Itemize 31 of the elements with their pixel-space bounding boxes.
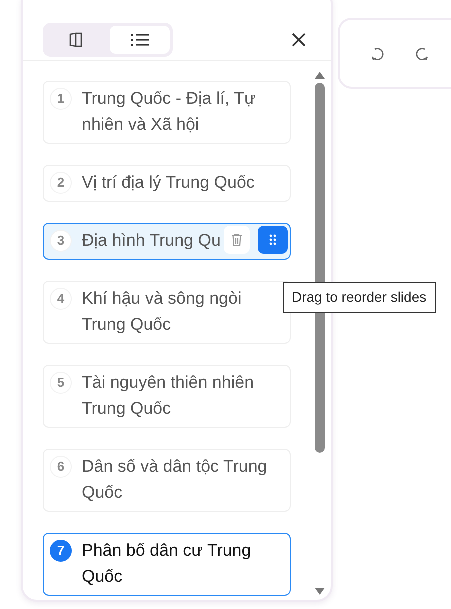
- slide-item[interactable]: 2 Vị trí địa lý Trung Quốc: [43, 165, 292, 202]
- slide-item[interactable]: 7 Phân bố dân cư Trung Quốc: [43, 533, 292, 596]
- grip-icon: [269, 234, 278, 246]
- delete-button[interactable]: [224, 226, 250, 254]
- slide-item[interactable]: 1 Trung Quốc - Địa lí, Tự nhiên và Xã hội: [43, 81, 292, 144]
- slide-item[interactable]: 3 Địa hình Trung Qu: [43, 223, 292, 260]
- list-icon: [130, 32, 150, 48]
- slide-title: Khí hậu và sông ngòi Trung Quốc: [82, 288, 243, 336]
- trash-icon: [231, 233, 244, 247]
- slide-number: 2: [50, 172, 72, 194]
- list-view-button[interactable]: [110, 26, 170, 54]
- slide-number: 6: [50, 456, 72, 478]
- slide-number: 3: [50, 230, 72, 252]
- scroll-down-icon[interactable]: [314, 587, 326, 596]
- slide-item[interactable]: 5 Tài nguyên thiên nhiên Trung Quốc: [43, 365, 292, 428]
- slide-item[interactable]: 6 Dân số và dân tộc Trung Quốc: [43, 449, 292, 512]
- slide-title: Tài nguyên thiên nhiên Trung Quốc: [82, 372, 256, 420]
- slide-title: Phân bố dân cư Trung Quốc: [82, 540, 252, 588]
- slide-title: Vị trí địa lý Trung Quốc: [82, 172, 255, 194]
- book-icon: [69, 32, 83, 48]
- slide-number: 7: [50, 540, 72, 562]
- slide-title: Dân số và dân tộc Trung Quốc: [82, 456, 268, 504]
- slide-item[interactable]: 4 Khí hậu và sông ngòi Trung Quốc: [43, 281, 292, 344]
- slide-title: Địa hình Trung Qu: [82, 230, 221, 252]
- drag-handle[interactable]: [258, 226, 288, 254]
- scroll-up-icon[interactable]: [314, 71, 326, 80]
- tooltip: Drag to reorder slides: [283, 282, 436, 313]
- slide-number: 1: [50, 88, 72, 110]
- slide-number: 5: [50, 372, 72, 394]
- slide-title: Trung Quốc - Địa lí, Tự nhiên và Xã hội: [82, 88, 257, 136]
- slide-number: 4: [50, 288, 72, 310]
